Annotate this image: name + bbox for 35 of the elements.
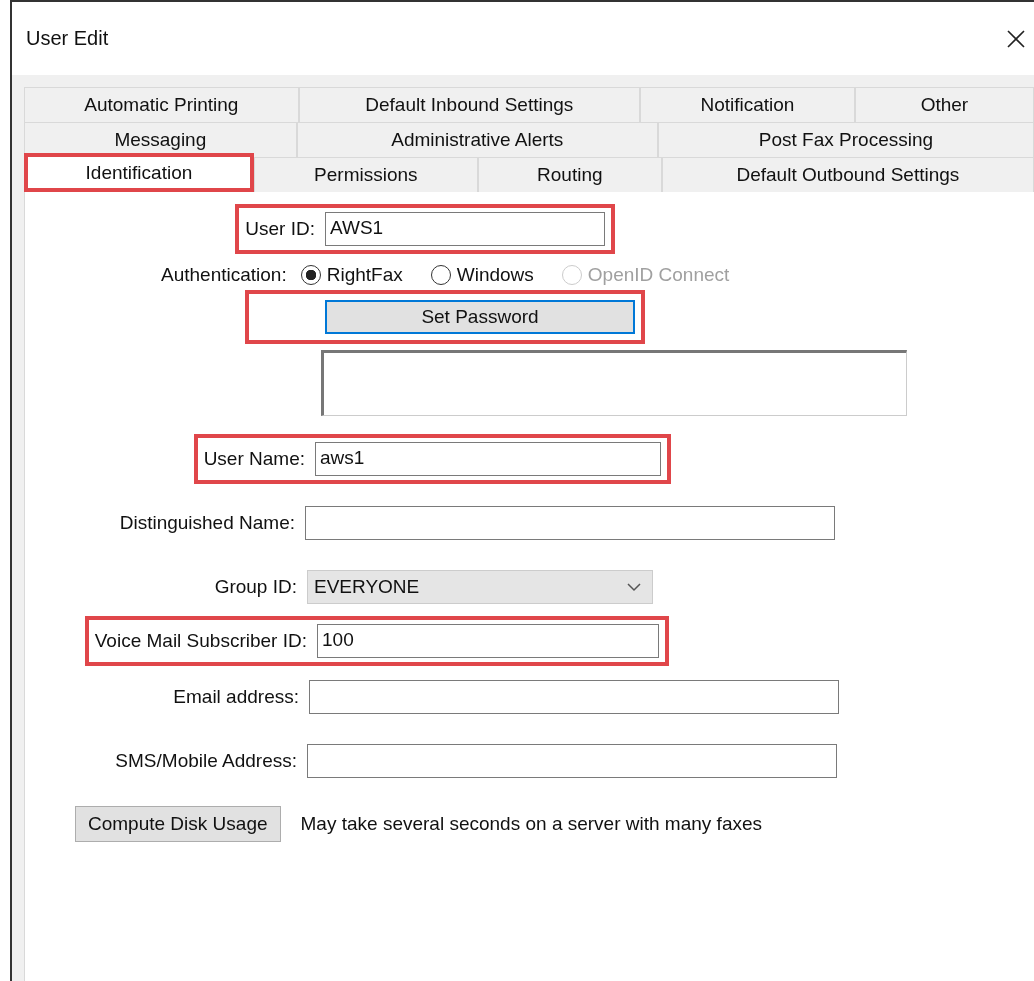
field-label: Distinguished Name: bbox=[119, 512, 295, 534]
text-area[interactable] bbox=[321, 350, 907, 416]
field-label: SMS/Mobile Address: bbox=[115, 750, 297, 772]
window-title: User Edit bbox=[26, 27, 109, 50]
text-field[interactable] bbox=[309, 680, 839, 714]
hint-text: May take several seconds on a server with many faxes bbox=[300, 813, 762, 835]
tab[interactable]: Identification bbox=[24, 153, 254, 192]
field-label: Voice Mail Subscriber ID: bbox=[94, 630, 307, 652]
text-field[interactable]: 100 bbox=[317, 624, 659, 658]
tab[interactable]: Post Fax Processing bbox=[657, 122, 1034, 157]
chevron-down-icon bbox=[626, 582, 642, 592]
radio-option[interactable]: RightFax bbox=[300, 264, 403, 286]
close-icon[interactable] bbox=[1006, 28, 1026, 49]
tab[interactable]: Default Inbound Settings bbox=[298, 87, 640, 122]
tab[interactable]: Automatic Printing bbox=[24, 87, 299, 122]
field-label: Authentication: bbox=[161, 264, 287, 286]
tab[interactable]: Administrative Alerts bbox=[296, 122, 658, 157]
compute-disk-usage-button[interactable]: Compute Disk Usage bbox=[75, 806, 281, 842]
field-label: Email address: bbox=[173, 686, 299, 708]
tab[interactable]: Default Outbound Settings bbox=[661, 157, 1034, 192]
tab[interactable]: Notification bbox=[639, 87, 855, 122]
text-field[interactable]: aws1 bbox=[315, 442, 661, 476]
text-field[interactable]: AWS1 bbox=[325, 212, 605, 246]
field-label: User ID: bbox=[245, 218, 315, 240]
tab[interactable]: Messaging bbox=[24, 122, 297, 157]
tab[interactable]: Other bbox=[854, 87, 1034, 122]
tab[interactable]: Routing bbox=[477, 157, 662, 192]
dropdown[interactable]: EVERYONE bbox=[307, 570, 653, 604]
text-field[interactable] bbox=[305, 506, 835, 540]
field-label: User Name: bbox=[203, 448, 305, 470]
tab[interactable]: Permissions bbox=[253, 157, 478, 192]
field-label: Group ID: bbox=[214, 576, 297, 598]
radio-option[interactable]: Windows bbox=[430, 264, 534, 286]
text-field[interactable] bbox=[307, 744, 837, 778]
set-password-button[interactable]: Set Password bbox=[325, 300, 635, 334]
